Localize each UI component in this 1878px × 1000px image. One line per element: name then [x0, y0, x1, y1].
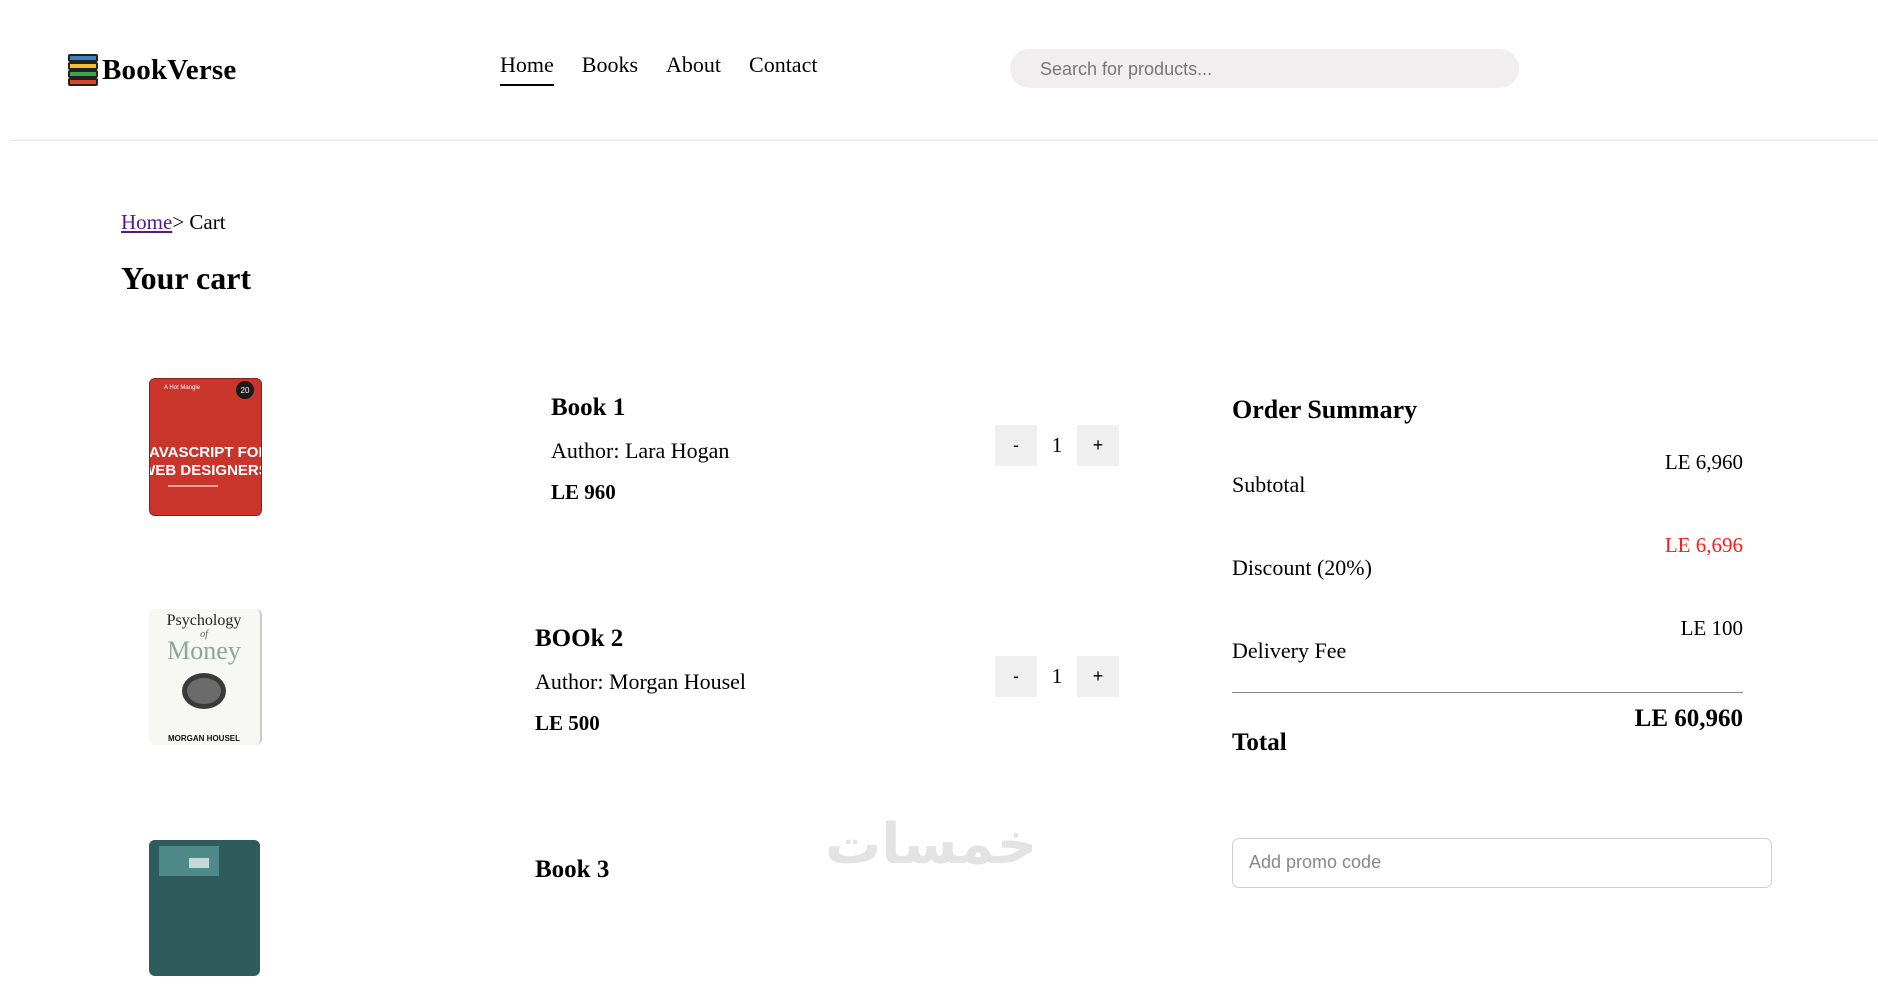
promo-code-field	[1232, 838, 1772, 888]
delivery-fee-label: Delivery Fee	[1232, 638, 1347, 663]
breadcrumb-current: Cart	[189, 210, 226, 234]
cart-item-title: Book 3	[535, 856, 610, 883]
book-cover-image: A Hot Mangle 20 JAVASCRIPT FOR WEB DESIG…	[149, 378, 262, 516]
book-cover-image	[149, 840, 260, 976]
brand-name: BookVerse	[102, 53, 237, 86]
cart-item-title: BOOk 2	[535, 625, 624, 652]
brand-logo[interactable]: BookVerse	[68, 50, 236, 90]
nav-about[interactable]: About	[666, 52, 721, 86]
discount-value: LE 6,696	[1664, 533, 1743, 557]
summary-row-delivery: Delivery Fee LE 100	[1232, 613, 1743, 696]
cart-item: A Hot Mangle 20 JAVASCRIPT FOR WEB DESIG…	[120, 378, 1120, 538]
breadcrumb-separator: >	[172, 210, 190, 234]
promo-code-input[interactable]	[1247, 839, 1751, 885]
main-nav: Home Books About Contact	[500, 52, 817, 86]
cover-author-text: MORGAN HOUSEL	[168, 734, 240, 743]
decrease-quantity-button[interactable]: -	[995, 656, 1037, 697]
book-cover-art: Psychology of Money MORGAN HOUSEL	[149, 609, 260, 745]
quantity-stepper: - 1 +	[995, 425, 1119, 466]
search-bar	[1010, 49, 1519, 90]
increase-quantity-button[interactable]: +	[1077, 656, 1119, 697]
search-input[interactable]	[1038, 49, 1502, 90]
cart-item-info: BOOk 2 Author: Morgan Housel LE 500	[535, 625, 746, 736]
quantity-value: 1	[1051, 664, 1063, 688]
delivery-fee-value: LE 100	[1680, 616, 1743, 640]
cover-title-line1: JAVASCRIPT FOR	[150, 444, 261, 461]
quantity-stepper: - 1 +	[995, 656, 1119, 697]
total-value: LE 60,960	[1634, 705, 1743, 732]
summary-row-subtotal: Subtotal LE 6,960	[1232, 447, 1743, 530]
cover-badge-text: 20	[241, 386, 250, 395]
books-stack-icon	[68, 53, 98, 87]
nav-contact[interactable]: Contact	[749, 52, 817, 86]
discount-label: Discount (20%)	[1232, 555, 1372, 580]
decrease-quantity-button[interactable]: -	[995, 425, 1037, 466]
book-cover-art: A Hot Mangle 20 JAVASCRIPT FOR WEB DESIG…	[150, 379, 261, 515]
watermark-text: خمسات	[825, 812, 1038, 877]
cover-title-line3: Money	[167, 636, 241, 665]
book-cover-image: Psychology of Money MORGAN HOUSEL	[149, 609, 262, 745]
summary-row-discount: Discount (20%) LE 6,696	[1232, 530, 1743, 613]
breadcrumb: Home> Cart	[121, 210, 226, 235]
summary-row-total: Total LE 60,960	[1232, 693, 1743, 773]
cart-item-info: Book 3	[535, 856, 609, 884]
cart-item-title: Book 1	[551, 394, 626, 421]
cart-item-price: LE 960	[551, 480, 616, 504]
cart-item-info: Book 1 Author: Lara Hogan LE 960	[551, 394, 729, 505]
cart-item: Psychology of Money MORGAN HOUSEL BOOk 2…	[120, 609, 1120, 769]
subtotal-label: Subtotal	[1232, 472, 1306, 497]
increase-quantity-button[interactable]: +	[1077, 425, 1119, 466]
page-title: Your cart	[121, 260, 252, 296]
nav-books[interactable]: Books	[582, 52, 638, 86]
quantity-value: 1	[1051, 433, 1063, 457]
breadcrumb-home-link[interactable]: Home	[121, 210, 172, 234]
total-label: Total	[1232, 729, 1287, 756]
order-summary-title: Order Summary	[1232, 395, 1418, 424]
cover-title-line2: WEB DESIGNERS	[150, 462, 261, 479]
site-header: BookVerse Home Books About Contact	[10, 0, 1878, 141]
cover-top-text: A Hot Mangle	[164, 385, 201, 391]
cart-item-author: Author: Morgan Housel	[535, 669, 747, 694]
book-cover-art	[149, 840, 260, 900]
cover-title-line1: Psychology	[167, 612, 242, 629]
cart-item-author: Author: Lara Hogan	[551, 438, 730, 463]
order-summary: Order Summary Subtotal LE 6,960 Discount…	[1232, 395, 1743, 773]
subtotal-value: LE 6,960	[1664, 450, 1743, 474]
nav-home[interactable]: Home	[500, 52, 554, 86]
cart-item-price: LE 500	[535, 711, 600, 735]
